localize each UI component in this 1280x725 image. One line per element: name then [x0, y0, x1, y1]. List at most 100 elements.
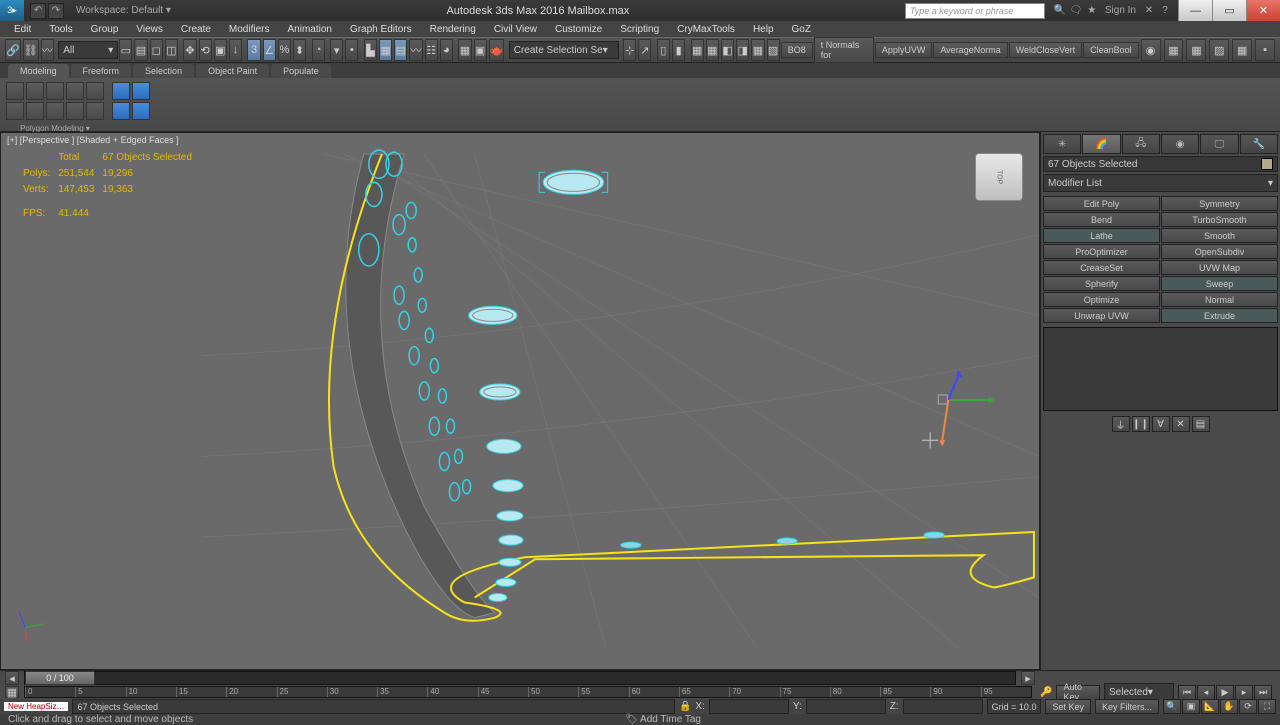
mod-optimize[interactable]: Optimize [1043, 292, 1160, 307]
rb-tool3-button[interactable] [112, 102, 130, 120]
cp-tab-modify[interactable]: 🌈 [1082, 134, 1120, 154]
mod-uvwmap[interactable]: UVW Map [1161, 260, 1278, 275]
menu-edit[interactable]: Edit [6, 23, 39, 36]
select-move-button[interactable]: ✥ [183, 39, 196, 61]
menu-modifiers[interactable]: Modifiers [221, 23, 278, 36]
rb-border-button[interactable] [46, 82, 64, 100]
tab-freeform[interactable]: Freeform [71, 64, 132, 78]
mod-turbosmooth[interactable]: TurboSmooth [1161, 212, 1278, 227]
mod-sweep[interactable]: Sweep [1161, 276, 1278, 291]
nav-zoomall-button[interactable]: ▣ [1182, 699, 1200, 714]
spinner-snap-button[interactable]: ⬍ [293, 39, 306, 61]
custom-4-button[interactable]: ◨ [736, 39, 749, 61]
extra-1-button[interactable]: ◉ [1141, 39, 1161, 61]
time-slider-handle[interactable]: 0 / 100 [25, 671, 95, 685]
window-crossing-button[interactable]: ◫ [165, 39, 178, 61]
script-applyuvw[interactable]: ApplyUVW [875, 42, 933, 58]
rb-sub3-button[interactable] [46, 102, 64, 120]
tab-modeling[interactable]: Modeling [8, 64, 69, 78]
rb-edge-button[interactable] [26, 82, 44, 100]
custom-6-button[interactable]: ▧ [767, 39, 780, 61]
signin-button[interactable]: Sign In [1101, 4, 1140, 18]
script-avgnorma[interactable]: AverageNorma [933, 42, 1007, 58]
menu-help[interactable]: Help [745, 23, 782, 36]
cp-tab-utilities[interactable]: 🔧 [1240, 134, 1278, 154]
stack-configure-button[interactable]: ▤ [1192, 416, 1210, 432]
mod-lathe[interactable]: Lathe [1043, 228, 1160, 243]
timeline-next-button[interactable]: ▸ [1021, 671, 1035, 685]
percent-snap-button[interactable]: % [278, 39, 291, 61]
modifier-stack[interactable] [1043, 327, 1278, 411]
extra-2-button[interactable]: ▦ [1164, 39, 1184, 61]
menu-rendering[interactable]: Rendering [422, 23, 484, 36]
help-icon[interactable]: ? [1158, 4, 1172, 18]
tab-populate[interactable]: Populate [271, 64, 331, 78]
selection-set-dropdown[interactable]: Create Selection Se▾ [509, 41, 619, 59]
undo-button[interactable]: ↶ [30, 3, 46, 19]
select-scale-button[interactable]: ▣ [214, 39, 227, 61]
tab-selection[interactable]: Selection [133, 64, 194, 78]
menu-crymaxtools[interactable]: CryMaxTools [669, 23, 743, 36]
rb-element-button[interactable] [86, 82, 104, 100]
mod-unwrapuvw[interactable]: Unwrap UVW [1043, 308, 1160, 323]
rb-tool4-button[interactable] [132, 102, 150, 120]
stack-remove-button[interactable]: ✕ [1172, 416, 1190, 432]
modifier-list-dropdown[interactable]: Modifier List▾ [1043, 174, 1278, 192]
time-ruler[interactable]: 0510152025303540455055606570758085909510… [24, 686, 1032, 698]
viewcube[interactable]: TOP [975, 153, 1023, 201]
star-icon[interactable]: ★ [1085, 4, 1099, 18]
custom-2-button[interactable]: ▦ [706, 39, 719, 61]
stack-showend-button[interactable]: ❙❙ [1132, 416, 1150, 432]
render-frame-button[interactable]: ▣ [474, 39, 487, 61]
rb-sub2-button[interactable] [26, 102, 44, 120]
select-object-button[interactable]: ▭ [119, 39, 132, 61]
rb-tool1-button[interactable] [112, 82, 130, 100]
viewport-label[interactable]: [+] [Perspective ] [Shaded + Edged Faces… [7, 135, 179, 145]
manage-layers-button[interactable]: ◔ [312, 39, 325, 61]
mod-spherify[interactable]: Spherify [1043, 276, 1160, 291]
snap-axis-button[interactable]: ⊹ [623, 39, 636, 61]
timeline-prev-button[interactable]: ◂ [5, 671, 19, 685]
viewport[interactable]: [+] [Perspective ] [Shaded + Edged Faces… [0, 132, 1040, 670]
rb-poly-button[interactable] [66, 82, 84, 100]
listener-tag[interactable]: New HeapSiz… [4, 702, 68, 711]
rb-tool2-button[interactable] [132, 82, 150, 100]
mod-prooptimizer[interactable]: ProOptimizer [1043, 244, 1160, 259]
script-bo8[interactable]: BO8 [781, 42, 813, 58]
select-by-name-button[interactable]: ▤ [134, 39, 147, 61]
script-cleanbool[interactable]: CleanBool [1083, 42, 1139, 58]
nav-orbit-button[interactable]: ⟳ [1239, 699, 1257, 714]
rb-sub1-button[interactable] [6, 102, 24, 120]
application-menu-button[interactable]: 3▸ [0, 0, 24, 21]
infocenter-icon[interactable]: 🔍 [1053, 4, 1067, 18]
cp-tab-motion[interactable]: ◉ [1161, 134, 1199, 154]
prev-frame-button[interactable]: ◂ [1197, 685, 1215, 700]
menu-civilview[interactable]: Civil View [486, 23, 545, 36]
mod-bend[interactable]: Bend [1043, 212, 1160, 227]
nav-maximize-button[interactable]: ⛶ [1258, 699, 1276, 714]
cp-tab-create[interactable]: ✳ [1043, 134, 1081, 154]
next-frame-button[interactable]: ▸ [1235, 685, 1253, 700]
play-button[interactable]: ▶ [1216, 685, 1234, 700]
angle-snap-button[interactable]: ∠ [263, 39, 276, 61]
time-slider[interactable]: 0 / 100 [24, 671, 1016, 685]
script-normals[interactable]: t Normals for [814, 37, 874, 63]
ref-coord-button[interactable]: ▾ [330, 39, 343, 61]
autokey-button[interactable]: Auto Key [1056, 685, 1100, 700]
script-weldclose[interactable]: WeldCloseVert [1009, 42, 1082, 58]
tab-objectpaint[interactable]: Object Paint [196, 64, 269, 78]
keyfilters-button[interactable]: Key Filters... [1095, 699, 1159, 714]
custom-3-button[interactable]: ◧ [721, 39, 734, 61]
menu-views[interactable]: Views [128, 23, 171, 36]
curve-editor-button[interactable]: 〰 [409, 39, 422, 61]
select-link-button[interactable]: 🔗 [5, 39, 21, 61]
menu-customize[interactable]: Customize [547, 23, 610, 36]
render-button[interactable]: 🫖 [489, 39, 505, 61]
mod-opensubdiv[interactable]: OpenSubdiv [1161, 244, 1278, 259]
help-search-input[interactable]: Type a keyword or phrase [905, 3, 1045, 19]
layer-explorer-button[interactable]: ▤ [394, 39, 407, 61]
communication-icon[interactable]: 🗨 [1069, 4, 1083, 18]
custom-5-button[interactable]: ▦ [751, 39, 764, 61]
mod-symmetry[interactable]: Symmetry [1161, 196, 1278, 211]
cp-tab-display[interactable]: 🖵 [1200, 134, 1238, 154]
